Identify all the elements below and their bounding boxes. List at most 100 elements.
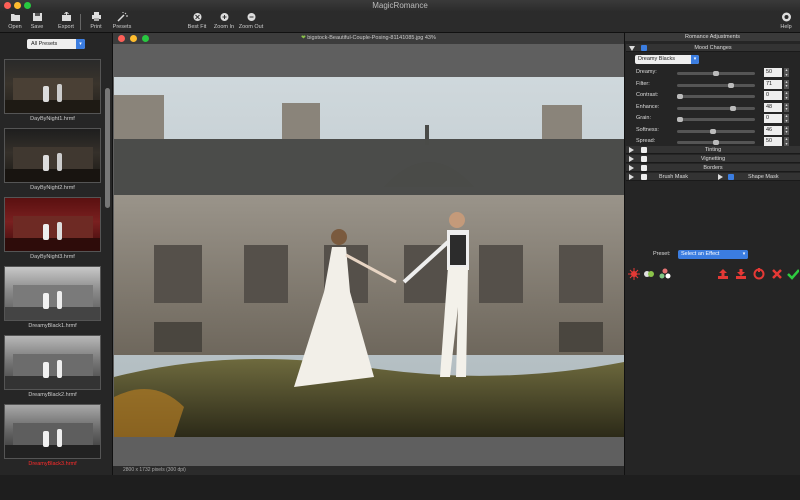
mood-enabled-checkbox[interactable]: [641, 45, 647, 51]
preset-thumbnail[interactable]: DayByNight2.hrmf: [4, 128, 101, 191]
section-masks: Brush Mask Shape Mask: [626, 173, 800, 181]
slider-knob[interactable]: [713, 71, 719, 76]
preset-thumbnail[interactable]: DreamyBlack1.hrmf: [4, 266, 101, 329]
preset-thumbnail[interactable]: DreamyBlack2.hrmf: [4, 335, 101, 398]
preset-preview-image: [4, 59, 101, 114]
slider-knob[interactable]: [730, 105, 737, 111]
preset-label: DreamyBlack2.hrmf: [28, 392, 77, 398]
param-row: Grain: 0 ▴ ▾: [635, 113, 800, 125]
preset-label: Preset:: [653, 251, 671, 257]
param-stepper[interactable]: ▴ ▾: [784, 90, 789, 100]
mood-preset-dropdown[interactable]: Dreamy Blacks ▾: [635, 55, 699, 64]
brush-mask-label: Brush Mask: [659, 174, 689, 180]
download-icon[interactable]: [735, 268, 747, 280]
zoom-document-button[interactable]: [142, 35, 149, 42]
param-value-field[interactable]: 0: [764, 91, 782, 100]
slider-knob[interactable]: [677, 117, 683, 122]
disclosure-open-icon[interactable]: [629, 46, 635, 51]
best-fit-icon: [193, 13, 201, 21]
toolbar-divider: [80, 14, 81, 30]
zoom-window-button[interactable]: [24, 2, 31, 9]
zoom-in-button[interactable]: Zoom In: [210, 12, 238, 30]
preset-preview-image: [4, 266, 101, 321]
save-icon: [32, 13, 42, 21]
zoom-out-button[interactable]: Zoom Out: [237, 12, 265, 30]
param-value-field[interactable]: 0: [764, 114, 782, 123]
disclosure-closed-icon[interactable]: [629, 156, 634, 162]
preset-label: DreamyBlack1.hrmf: [28, 323, 77, 329]
export-icon: [61, 12, 71, 21]
borders-checkbox[interactable]: [641, 165, 647, 171]
tinting-checkbox[interactable]: [641, 147, 647, 153]
preset-thumbnail[interactable]: DayByNight1.hrmf: [4, 59, 101, 122]
slider-knob[interactable]: [713, 140, 719, 145]
preset-thumbnail-selected[interactable]: DreamyBlack3.hrmf: [4, 404, 101, 467]
param-stepper[interactable]: ▴ ▾: [784, 79, 789, 89]
disclosure-closed-icon[interactable]: [629, 165, 634, 171]
hearts-icon[interactable]: [643, 268, 655, 280]
reset-icon[interactable]: [753, 268, 765, 280]
param-slider[interactable]: [677, 94, 755, 99]
disclosure-closed-icon[interactable]: [718, 174, 723, 180]
effect-dropdown[interactable]: Select an Effect ▾: [678, 250, 748, 259]
param-stepper[interactable]: ▴ ▾: [784, 113, 789, 123]
adjustments-panel: Romance Adjustments Mood Changes Dreamy …: [624, 33, 800, 475]
param-stepper[interactable]: ▴ ▾: [784, 67, 789, 77]
sparkle-icon[interactable]: [628, 268, 640, 280]
help-button[interactable]: Help: [772, 12, 800, 30]
param-slider[interactable]: [677, 128, 755, 134]
param-slider[interactable]: [677, 140, 755, 145]
param-label: Grain:: [636, 115, 651, 121]
preset-preview-image: [4, 335, 101, 390]
param-slider[interactable]: [677, 117, 755, 122]
help-icon: [781, 12, 791, 22]
shape-mask-checkbox[interactable]: [728, 174, 734, 180]
section-tinting[interactable]: Tinting: [626, 146, 800, 154]
preset-label-selected: DreamyBlack3.hrmf: [28, 461, 77, 467]
cancel-icon[interactable]: [771, 268, 783, 280]
param-slider[interactable]: [677, 71, 755, 76]
param-value-field[interactable]: 50: [764, 137, 782, 146]
section-vignetting[interactable]: Vignetting: [626, 155, 800, 163]
param-value-field[interactable]: 71: [764, 79, 782, 89]
section-borders[interactable]: Borders: [626, 164, 800, 172]
minimize-window-button[interactable]: [14, 2, 21, 9]
slider-knob[interactable]: [677, 94, 683, 99]
disclosure-closed-icon[interactable]: [629, 174, 634, 180]
upload-icon[interactable]: [717, 268, 729, 280]
param-value-field[interactable]: 48: [764, 102, 782, 112]
export-button[interactable]: Export: [52, 12, 80, 30]
save-button[interactable]: Save: [23, 12, 51, 30]
disclosure-closed-icon[interactable]: [629, 147, 634, 153]
chevron-down-icon: ▾: [691, 55, 699, 64]
presets-scrollbar[interactable]: [105, 88, 110, 208]
param-stepper[interactable]: ▴ ▾: [784, 125, 789, 135]
param-stepper[interactable]: ▴ ▾: [784, 136, 789, 146]
close-document-button[interactable]: [118, 35, 125, 42]
param-value-field[interactable]: 50: [764, 68, 782, 77]
preset-label: DayByNight3.hrmf: [30, 254, 75, 260]
param-slider[interactable]: [677, 105, 755, 111]
param-slider[interactable]: [677, 82, 755, 88]
presets-button[interactable]: Presets: [108, 12, 136, 30]
best-fit-button[interactable]: Best Fit: [183, 12, 211, 30]
minimize-document-button[interactable]: [130, 35, 137, 42]
param-stepper[interactable]: ▴ ▾: [784, 102, 789, 112]
apply-check-icon[interactable]: [787, 268, 799, 280]
slider-knob[interactable]: [710, 128, 717, 134]
section-mood-changes[interactable]: Mood Changes: [626, 44, 800, 52]
toolbar: Open Save Export Print Presets Best Fit …: [0, 11, 800, 33]
param-value-field[interactable]: 46: [764, 125, 782, 135]
print-button[interactable]: Print: [82, 12, 110, 30]
photo-canvas[interactable]: [114, 77, 624, 437]
preset-thumbnail[interactable]: DayByNight3.hrmf: [4, 197, 101, 260]
flowers-icon[interactable]: [659, 268, 671, 280]
param-label: Softness:: [636, 126, 659, 133]
presets-dropdown[interactable]: All Presets ▾: [27, 39, 85, 49]
status-bar: 2800 x 1732 pixels (300 dpi): [113, 466, 624, 475]
vignetting-checkbox[interactable]: [641, 156, 647, 162]
slider-knob[interactable]: [728, 82, 735, 88]
shape-mask-label: Shape Mask: [748, 174, 779, 180]
close-window-button[interactable]: [4, 2, 11, 9]
brush-mask-checkbox[interactable]: [641, 174, 647, 180]
